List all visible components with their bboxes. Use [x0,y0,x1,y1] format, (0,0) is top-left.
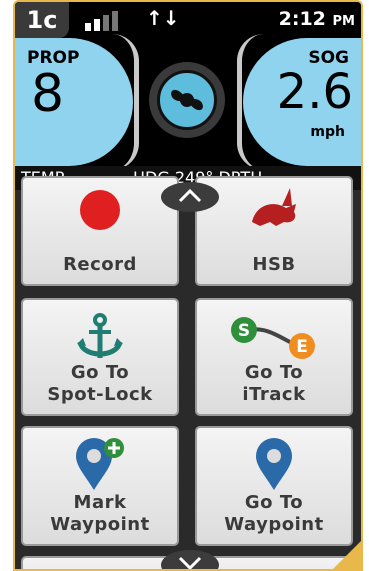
go-to-waypoint-button[interactable]: Go To Waypoint [195,426,353,546]
propeller-icon [157,70,217,130]
action-grid: Record HSB Go To Spot-Lock S E Go To iTr… [15,176,361,569]
hsb-button[interactable]: HSB [195,176,353,286]
hsb-label: HSB [252,254,296,275]
prop-value: 8 [31,64,65,124]
go-to-spot-lock-label: Go To Spot-Lock [47,362,153,405]
waypoint-icon [254,436,294,497]
scroll-down-button[interactable] [161,550,219,569]
clock-time: 2:12 [278,8,326,30]
partial-tile-left[interactable] [21,556,179,569]
go-to-waypoint-label: Go To Waypoint [224,492,324,535]
corner-accent [333,541,361,569]
unit-badge: 1c [15,2,69,38]
gauge-panel: PROP 8 SOG 2.6 mph [15,34,361,170]
sog-unit: mph [310,124,345,140]
record-label: Record [63,254,137,275]
mark-waypoint-button[interactable]: Mark Waypoint [21,426,179,546]
rabbit-icon [246,182,302,237]
data-transfer-icon: ↑↓ [146,6,180,30]
svg-text:S: S [238,321,250,341]
sog-gauge[interactable]: SOG 2.6 mph [237,34,361,170]
go-to-itrack-label: Go To iTrack [242,362,306,405]
anchor-icon [75,312,125,369]
clock: 2:12 PM [279,8,355,30]
status-bar: 1c ↑↓ 2:12 PM [15,2,361,38]
chevron-up-icon [178,188,202,203]
chevron-down-icon [178,556,202,569]
waypoint-add-icon [70,436,130,497]
record-icon [78,188,122,237]
mark-waypoint-label: Mark Waypoint [50,492,150,535]
app-frame: 1c ↑↓ 2:12 PM PROP 8 SOG 2.6 mph 249° Re… [13,0,363,571]
propeller-button[interactable] [149,62,225,138]
track-icon: S E [224,312,324,367]
record-button[interactable]: Record [21,176,179,286]
sog-value: 2.6 [276,64,353,120]
clock-ampm: PM [332,14,355,29]
svg-text:E: E [296,337,308,357]
signal-strength-icon [85,9,125,31]
scroll-up-button[interactable] [161,182,219,212]
go-to-spot-lock-button[interactable]: Go To Spot-Lock [21,298,179,416]
prop-gauge[interactable]: PROP 8 [15,34,139,170]
go-to-itrack-button[interactable]: S E Go To iTrack [195,298,353,416]
